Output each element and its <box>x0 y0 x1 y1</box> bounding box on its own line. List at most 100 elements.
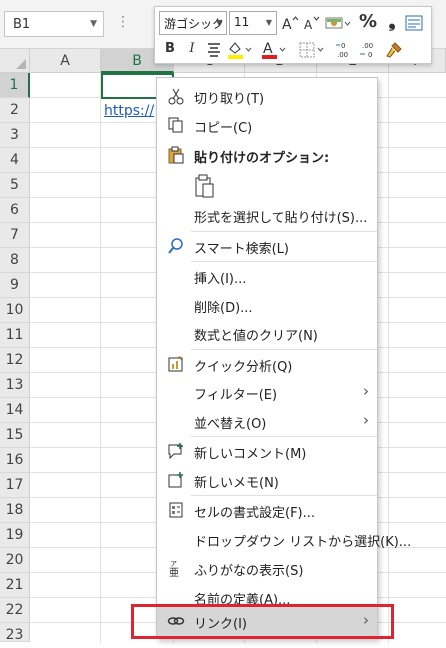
menu-item-paste-special[interactable]: 形式を選択して貼り付け(S)... <box>157 201 377 230</box>
row-header-9[interactable]: 9 <box>0 273 30 298</box>
row-header-5[interactable]: 5 <box>0 173 30 198</box>
row-header-18[interactable]: 18 <box>0 498 30 523</box>
wrap-text-icon[interactable] <box>403 12 425 34</box>
menu-item-sort[interactable]: 並べ替え(O) › <box>157 407 377 436</box>
menu-item-new-comment[interactable]: 新しいコメント(M) <box>157 437 377 466</box>
chevron-down-icon[interactable]: ▼ <box>90 19 97 29</box>
italic-button[interactable]: I <box>181 38 203 60</box>
number-format-icon[interactable] <box>323 12 353 34</box>
format-painter-icon[interactable] <box>383 38 405 60</box>
menu-item-label: ふりがなの表示(S) <box>194 564 304 579</box>
menu-item-label: クイック分析(Q) <box>194 360 293 375</box>
paste-options-icon <box>168 146 184 164</box>
row-header-8[interactable]: 8 <box>0 248 30 273</box>
decrease-decimal-icon[interactable]: .00 0 <box>359 38 381 60</box>
gridline <box>388 73 389 643</box>
chevron-right-icon: › <box>363 411 369 429</box>
menu-item-filter[interactable]: フィルター(E) › <box>157 378 377 407</box>
menu-item-pick-from-dropdown[interactable]: ドロップダウン リストから選択(K)... <box>157 525 411 554</box>
increase-font-size-icon[interactable]: A <box>279 12 301 34</box>
menu-item-label: 数式と値のクリア(N) <box>194 329 318 344</box>
mini-toolbar: 游ゴシック ▼ 11 ▼ A A % ❟ B I A 0.00 .00 0 <box>154 6 432 64</box>
font-size-select[interactable]: 11 ▼ <box>229 11 277 35</box>
comma-style-button[interactable]: ❟ <box>381 11 403 33</box>
row-header-11[interactable]: 11 <box>0 323 30 348</box>
percent-style-button[interactable]: % <box>357 11 379 33</box>
menu-item-show-furigana[interactable]: ア亜 ふりがなの表示(S) <box>157 554 377 583</box>
row-header-2[interactable]: 2 <box>0 98 30 123</box>
row-header-17[interactable]: 17 <box>0 473 30 498</box>
menu-item-cut[interactable]: 切り取り(T) <box>157 82 377 111</box>
copy-icon <box>168 117 183 133</box>
chevron-down-icon: ▼ <box>265 18 272 27</box>
menu-item-label: ドロップダウン リストから選択(K)... <box>194 535 412 550</box>
row-header-14[interactable]: 14 <box>0 398 30 423</box>
borders-icon[interactable] <box>297 38 327 60</box>
menu-item-label: 挿入(I)... <box>194 272 247 287</box>
row-header-10[interactable]: 10 <box>0 298 30 323</box>
row-header-6[interactable]: 6 <box>0 198 30 223</box>
row-header-13[interactable]: 13 <box>0 373 30 398</box>
increase-decimal-icon[interactable]: 0.00 <box>335 38 357 60</box>
menu-item-label: スマート検索(L) <box>194 242 289 257</box>
row-header-21[interactable]: 21 <box>0 573 30 598</box>
column-header-a[interactable]: A <box>30 49 101 73</box>
svg-text:亜: 亜 <box>169 568 179 577</box>
smart-lookup-icon <box>168 238 183 254</box>
bold-button[interactable]: B <box>159 38 181 60</box>
menu-item-quick-analysis[interactable]: クイック分析(Q) <box>157 350 377 379</box>
paste-options-header: 貼り付けのオプション: <box>157 141 377 170</box>
name-box-value: B1 <box>13 17 31 32</box>
menu-item-insert[interactable]: 挿入(I)... <box>157 262 377 291</box>
row-header-1[interactable]: 1 <box>0 73 30 98</box>
svg-text:0: 0 <box>368 51 372 59</box>
row-header-15[interactable]: 15 <box>0 423 30 448</box>
menu-item-format-cells[interactable]: セルの書式設定(F)... <box>157 496 377 525</box>
row-header-12[interactable]: 12 <box>0 348 30 373</box>
scissors-icon <box>168 88 184 105</box>
clipboard-icon <box>195 174 214 198</box>
svg-text:A: A <box>304 18 313 32</box>
paste-options-title: 貼り付けのオプション: <box>194 151 330 166</box>
new-comment-icon <box>168 443 183 460</box>
row-header-3[interactable]: 3 <box>0 123 30 148</box>
row-header-22[interactable]: 22 <box>0 598 30 623</box>
menu-item-smart-lookup[interactable]: スマート検索(L) <box>157 232 377 261</box>
fill-color-icon[interactable] <box>225 38 255 60</box>
menu-item-label: 新しいコメント(M) <box>194 447 307 462</box>
svg-text:A: A <box>282 17 292 32</box>
menu-item-copy[interactable]: コピー(C) <box>157 111 377 140</box>
name-box[interactable]: B1 ▼ <box>4 11 104 37</box>
row-header-19[interactable]: 19 <box>0 523 30 548</box>
select-all-corner[interactable] <box>0 49 30 73</box>
paste-button[interactable] <box>191 170 231 204</box>
format-cells-icon <box>169 502 183 518</box>
menu-item-clear-contents[interactable]: 数式と値のクリア(N) <box>157 319 377 348</box>
svg-text:.00: .00 <box>362 42 373 50</box>
align-center-icon[interactable] <box>203 38 225 60</box>
menu-item-label: 切り取り(T) <box>194 92 265 107</box>
menu-item-delete[interactable]: 削除(D)... <box>157 291 377 320</box>
font-name-select[interactable]: 游ゴシック ▼ <box>159 11 227 35</box>
menu-item-label: コピー(C) <box>194 121 253 136</box>
menu-item-new-note[interactable]: 新しいメモ(N) <box>157 466 377 495</box>
decrease-font-size-icon[interactable]: A <box>301 12 323 34</box>
row-header-20[interactable]: 20 <box>0 548 30 573</box>
highlight-box <box>131 604 394 639</box>
row-header-16[interactable]: 16 <box>0 448 30 473</box>
font-color-icon[interactable]: A <box>259 38 289 60</box>
quick-analysis-icon <box>168 356 183 372</box>
cell-b2-hyperlink[interactable]: https:// <box>104 103 154 119</box>
svg-text:.00: .00 <box>337 51 348 59</box>
menu-item-label: 並べ替え(O) <box>194 417 267 432</box>
menu-item-label: 削除(D)... <box>194 301 253 316</box>
svg-text:A: A <box>263 41 273 57</box>
row-header-4[interactable]: 4 <box>0 148 30 173</box>
row-header-7[interactable]: 7 <box>0 223 30 248</box>
context-menu: 切り取り(T) コピー(C) 貼り付けのオプション: 形式を選択して貼り付け(S… <box>156 77 411 639</box>
chevron-right-icon: › <box>363 382 369 400</box>
row-header-23[interactable]: 23 <box>0 623 30 643</box>
new-note-icon <box>168 472 183 488</box>
menu-item-label: 新しいメモ(N) <box>194 476 279 491</box>
menu-item-label: 形式を選択して貼り付け(S)... <box>194 211 368 226</box>
